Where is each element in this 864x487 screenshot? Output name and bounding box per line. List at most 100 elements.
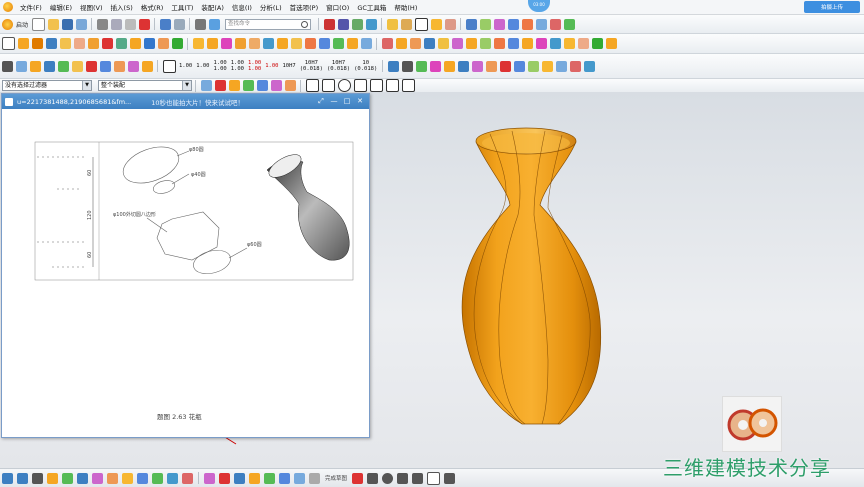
- curve-rule-icon[interactable]: [284, 80, 296, 91]
- slash-icon[interactable]: [401, 60, 413, 72]
- radius-icon[interactable]: [127, 60, 139, 72]
- tolerance-1[interactable]: 1.00: [179, 63, 192, 69]
- table-icon[interactable]: [555, 60, 567, 72]
- studio-surface-icon[interactable]: [591, 38, 603, 49]
- rib-icon[interactable]: [465, 38, 477, 49]
- delete-face-icon[interactable]: [276, 38, 288, 49]
- command-finder-icon[interactable]: [208, 18, 220, 30]
- scale-icon[interactable]: [248, 38, 260, 49]
- arc-tool-icon[interactable]: [367, 472, 379, 484]
- menu-tools[interactable]: 工具(T): [167, 2, 197, 12]
- new-file-icon[interactable]: [31, 17, 45, 31]
- menu-help[interactable]: 帮助(H): [390, 2, 421, 12]
- face-blend-icon[interactable]: [549, 38, 561, 49]
- tangent-snap-icon[interactable]: [401, 79, 415, 92]
- center-snap-icon[interactable]: [337, 79, 351, 92]
- note-icon[interactable]: [457, 60, 469, 72]
- swept-icon[interactable]: [332, 38, 344, 49]
- tolerance-6[interactable]: 1.00: [265, 63, 278, 69]
- n-sided-icon[interactable]: [577, 38, 589, 49]
- image-viewer-titlebar[interactable]: u=2217381488,2190685681&fm... 10秒也能拍大片！快…: [2, 94, 369, 109]
- emboss-icon[interactable]: [437, 38, 449, 49]
- tolerance-9[interactable]: 10H7 (0.018): [327, 60, 350, 72]
- delete-icon[interactable]: [138, 18, 150, 30]
- invert-icon[interactable]: [182, 472, 193, 484]
- x-form-icon[interactable]: [605, 38, 617, 49]
- fit-icon[interactable]: [47, 472, 58, 484]
- selection-icon[interactable]: [1, 37, 15, 50]
- menu-file[interactable]: 文件(F): [16, 2, 46, 12]
- reflection-icon[interactable]: [85, 60, 97, 72]
- extract-icon[interactable]: [409, 38, 421, 49]
- dart-icon[interactable]: [535, 38, 547, 49]
- show-icon[interactable]: [167, 472, 178, 484]
- hide-icon[interactable]: [152, 472, 163, 484]
- replace-face-icon[interactable]: [290, 38, 302, 49]
- move-face-icon[interactable]: [262, 38, 274, 49]
- chamfer-icon[interactable]: [115, 38, 127, 49]
- trim-icon[interactable]: [397, 472, 409, 484]
- thread-icon[interactable]: [479, 38, 491, 49]
- pocket-icon[interactable]: [507, 38, 519, 49]
- thicken-icon[interactable]: [234, 38, 246, 49]
- cursor-icon[interactable]: [444, 18, 456, 30]
- mass-icon[interactable]: [141, 60, 153, 72]
- mirror-icon[interactable]: [171, 38, 183, 49]
- circle-tool-icon[interactable]: [382, 472, 394, 484]
- surface-analysis-icon[interactable]: [15, 60, 27, 72]
- start-button[interactable]: 启动: [16, 20, 28, 29]
- paste-icon[interactable]: [124, 18, 136, 30]
- start-icon[interactable]: [1, 18, 13, 30]
- menu-information[interactable]: 信息(I): [228, 2, 256, 12]
- weld-icon[interactable]: [443, 60, 455, 72]
- sketch-icon[interactable]: [323, 18, 335, 30]
- spline-icon[interactable]: [352, 472, 364, 484]
- type-filter-select[interactable]: 没有选择过滤器 ▼: [2, 80, 92, 91]
- cut-icon[interactable]: [96, 18, 108, 30]
- hatch-icon[interactable]: [541, 60, 553, 72]
- view-orient-icon[interactable]: [17, 472, 28, 484]
- rect-tool-icon[interactable]: [427, 471, 441, 485]
- deviation-icon[interactable]: [29, 60, 41, 72]
- close-icon[interactable]: ✕: [355, 96, 365, 106]
- pattern-icon[interactable]: [157, 38, 169, 49]
- redo-icon[interactable]: [173, 18, 185, 30]
- balloon-icon[interactable]: [471, 60, 483, 72]
- tolerance-2[interactable]: 1.00: [196, 63, 209, 69]
- shell-icon[interactable]: [129, 38, 141, 49]
- finish-sketch-icon[interactable]: [309, 472, 320, 484]
- patch-icon[interactable]: [395, 38, 407, 49]
- cylinder-icon[interactable]: [59, 38, 71, 49]
- rotate-icon[interactable]: [77, 472, 88, 484]
- clip-icon[interactable]: [137, 472, 148, 484]
- face-filter-icon[interactable]: [242, 80, 254, 91]
- save-icon[interactable]: [61, 18, 73, 30]
- offset-curve-icon[interactable]: [444, 472, 456, 484]
- midpoint-snap-icon[interactable]: [321, 79, 335, 92]
- minimize-icon[interactable]: —: [329, 96, 339, 106]
- image-viewer-promo[interactable]: 10秒也能拍大片！快来试试吧！: [151, 97, 244, 107]
- point-icon[interactable]: [507, 18, 519, 30]
- command-search-input[interactable]: 查找命令: [225, 18, 312, 30]
- hole-icon[interactable]: [386, 18, 398, 30]
- scope-select[interactable]: 整个装配 ▼: [98, 80, 192, 91]
- menu-gc-toolkit[interactable]: GC工具箱: [353, 2, 390, 12]
- point-on-curve-snap-icon[interactable]: [385, 79, 399, 92]
- tolerance-10[interactable]: 10 (0.018): [354, 60, 377, 72]
- slot-icon[interactable]: [493, 38, 505, 49]
- wrap-icon[interactable]: [423, 38, 435, 49]
- sew-icon[interactable]: [381, 38, 393, 49]
- menu-preferences[interactable]: 首选项(P): [286, 2, 323, 12]
- angle-icon[interactable]: [113, 60, 125, 72]
- subtract-icon[interactable]: [31, 38, 43, 49]
- menu-format[interactable]: 格式(R): [137, 2, 168, 12]
- pan-icon[interactable]: [62, 472, 73, 484]
- ruled-icon[interactable]: [346, 38, 358, 49]
- sphere-icon[interactable]: [87, 38, 99, 49]
- vase-body[interactable]: [461, 134, 602, 425]
- csys-icon[interactable]: [549, 18, 561, 30]
- centerline-icon[interactable]: [527, 60, 539, 72]
- surface-finish-icon[interactable]: [429, 60, 441, 72]
- surface-icon[interactable]: [360, 38, 372, 49]
- datum-icon[interactable]: [521, 18, 533, 30]
